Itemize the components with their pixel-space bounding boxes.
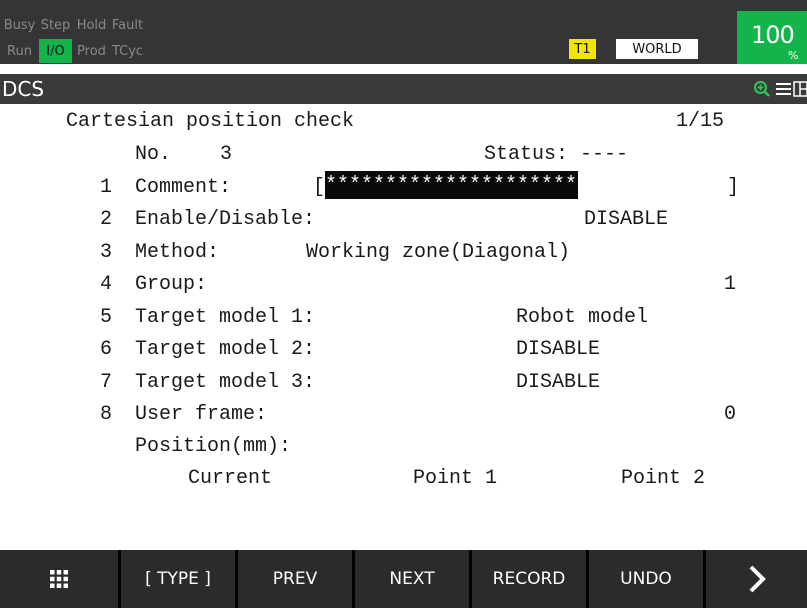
item-number: 7 (100, 371, 113, 394)
led-hold: Hold (76, 17, 107, 33)
screen-heading: Cartesian position check (66, 110, 355, 133)
type-button[interactable]: [ TYPE ] (118, 550, 235, 608)
column-current: Current (188, 467, 273, 490)
menu-icon[interactable] (775, 78, 791, 100)
led-step: Step (40, 17, 71, 33)
override-value: 100 (751, 21, 795, 49)
item-value: DISABLE (584, 208, 669, 231)
chevron-right-icon (749, 565, 766, 593)
led-run: Run (7, 43, 32, 59)
item-value: 0 (724, 403, 737, 426)
no-label: No. (135, 143, 172, 166)
item-label: Target model 2: (135, 338, 316, 361)
item-value: Robot model (516, 306, 649, 329)
column-point-1: Point 1 (413, 467, 498, 490)
item-label: Comment: (135, 176, 232, 199)
item-value: DISABLE (516, 371, 601, 394)
no-value: 3 (220, 143, 233, 166)
item-value: Working zone(Diagonal) (306, 241, 571, 264)
status-label: Status: (484, 143, 569, 166)
position-label: Position(mm): (135, 435, 292, 458)
zoom-in-icon[interactable] (752, 78, 772, 100)
comment-open-bracket: [ (313, 176, 326, 199)
led-prod: Prod (77, 43, 106, 59)
item-label: Target model 1: (135, 306, 316, 329)
page-indicator: 1/15 (676, 110, 725, 133)
item-label: Group: (135, 273, 208, 296)
record-button[interactable]: RECORD (469, 550, 586, 608)
screen-title: DCS (2, 77, 45, 101)
function-key-bar: [ TYPE ] PREV NEXT RECORD UNDO (0, 550, 807, 608)
item-number: 3 (100, 241, 113, 264)
item-number: 6 (100, 338, 113, 361)
comment-close-bracket: ] (727, 176, 740, 199)
coord-system-badge[interactable]: WORLD (616, 39, 698, 59)
next-button[interactable]: NEXT (352, 550, 469, 608)
led-tcyc: TCyc (111, 43, 144, 59)
grid-menu-icon (50, 570, 68, 588)
item-label: User frame: (135, 403, 268, 426)
override-unit: % (788, 49, 799, 62)
split-view-icon[interactable] (793, 78, 807, 100)
item-value: 1 (724, 273, 737, 296)
title-bar: DCS (0, 74, 807, 104)
item-number: 5 (100, 306, 113, 329)
item-label: Method: (135, 241, 220, 264)
item-label: Enable/Disable: (135, 208, 316, 231)
led-fault: Fault (111, 17, 144, 33)
column-point-2: Point 2 (621, 467, 706, 490)
dcs-detail-screen: Cartesian position check 1/15 No. 3 Stat… (0, 104, 807, 550)
override-speed[interactable]: 100 % (737, 11, 807, 64)
item-number: 4 (100, 273, 113, 296)
status-value: ---- (580, 143, 629, 166)
item-label: Target model 3: (135, 371, 316, 394)
comment-value[interactable]: ********************* (325, 171, 579, 199)
prev-button[interactable]: PREV (235, 550, 352, 608)
more-keys-button[interactable] (703, 550, 807, 608)
led-busy: Busy (3, 17, 36, 33)
item-number: 1 (100, 176, 113, 199)
item-value: DISABLE (516, 338, 601, 361)
teach-mode-badge: T1 (569, 39, 596, 59)
undo-button[interactable]: UNDO (586, 550, 703, 608)
led-io: I/O (39, 39, 72, 63)
item-number: 8 (100, 403, 113, 426)
grid-menu-button[interactable] (0, 550, 118, 608)
item-number: 2 (100, 208, 113, 231)
status-bar: Busy Step Hold Fault Run I/O Prod TCyc T… (0, 0, 807, 64)
